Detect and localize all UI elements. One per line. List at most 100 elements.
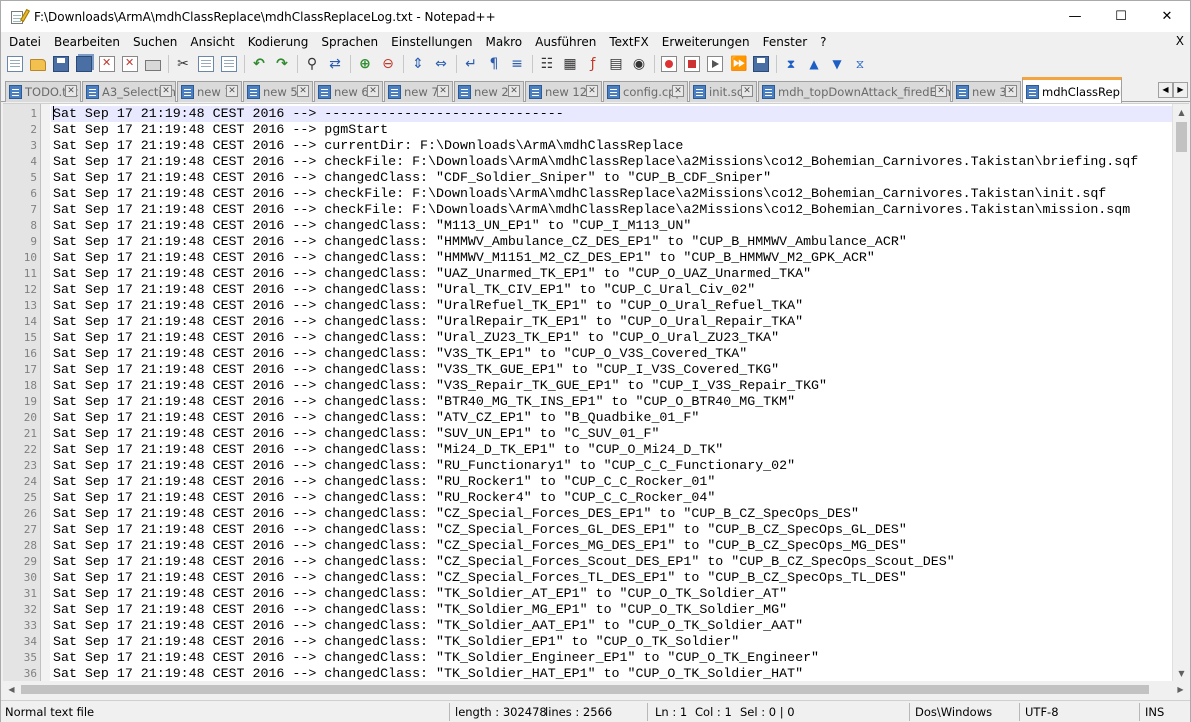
menu-item-einstellungen[interactable]: Einstellungen xyxy=(383,35,477,49)
close-window-button[interactable]: ✕ xyxy=(1144,1,1190,32)
text-line[interactable]: Sat Sep 17 21:19:48 CEST 2016 --> change… xyxy=(53,602,787,618)
maximize-button[interactable]: ☐ xyxy=(1098,1,1144,32)
text-line[interactable]: Sat Sep 17 21:19:48 CEST 2016 --> change… xyxy=(53,362,779,378)
text-line[interactable]: Sat Sep 17 21:19:48 CEST 2016 --> change… xyxy=(53,538,907,554)
tab-close-icon[interactable]: ✕ xyxy=(935,85,947,97)
scroll-right-arrow-icon[interactable]: ▶ xyxy=(1172,681,1189,698)
text-line[interactable]: Sat Sep 17 21:19:48 CEST 2016 --> checkF… xyxy=(53,186,1106,202)
unfold-all-icon[interactable]: ⧖ xyxy=(852,56,868,72)
show-all-chars-icon[interactable]: ¶ xyxy=(486,56,502,72)
scroll-down-arrow-icon[interactable]: ▼ xyxy=(1173,665,1189,681)
tab-mdhclassreplac[interactable]: mdhClassReplac✕ xyxy=(1022,77,1122,103)
print-icon[interactable] xyxy=(145,60,161,71)
text-line[interactable]: Sat Sep 17 21:19:48 CEST 2016 --> change… xyxy=(53,234,907,250)
menu-item-ansicht[interactable]: Ansicht xyxy=(182,35,239,49)
tab-close-icon[interactable]: ✕ xyxy=(1005,85,1017,97)
up-icon[interactable]: ▲ xyxy=(806,56,822,72)
menu-item-makro[interactable]: Makro xyxy=(477,35,527,49)
run-macro-multiple-icon[interactable]: ⏩ xyxy=(730,56,747,72)
tab-a3-selection-bat[interactable]: A3_Selection.bat✕ xyxy=(82,81,176,102)
tab-new-1[interactable]: new 1 ✕ xyxy=(177,81,242,102)
replace-icon[interactable]: ⇄ xyxy=(327,56,343,72)
text-line[interactable]: Sat Sep 17 21:19:48 CEST 2016 --> change… xyxy=(53,218,691,234)
tab-new-6[interactable]: new 6 ✕ xyxy=(314,81,383,102)
text-line[interactable]: Sat Sep 17 21:19:48 CEST 2016 --> change… xyxy=(53,474,715,490)
stop-record-icon[interactable] xyxy=(684,56,700,72)
tab-close-icon[interactable]: ✕ xyxy=(437,85,449,97)
text-line[interactable]: Sat Sep 17 21:19:48 CEST 2016 --> change… xyxy=(53,282,755,298)
tab-close-icon[interactable]: ✕ xyxy=(508,85,520,97)
text-line[interactable]: Sat Sep 17 21:19:48 CEST 2016 --> change… xyxy=(53,346,747,362)
text-line[interactable]: Sat Sep 17 21:19:48 CEST 2016 --> change… xyxy=(53,314,803,330)
text-line[interactable]: Sat Sep 17 21:19:48 CEST 2016 --> pgmSta… xyxy=(53,122,388,138)
tab-close-icon[interactable]: ✕ xyxy=(586,85,598,97)
scroll-up-arrow-icon[interactable]: ▲ xyxy=(1173,104,1189,121)
save-macro-icon[interactable] xyxy=(753,56,769,72)
cut-icon[interactable]: ✂ xyxy=(175,56,191,72)
current-line[interactable]: Sat Sep 17 21:19:48 CEST 2016 --> ------… xyxy=(51,106,1172,122)
text-line[interactable]: Sat Sep 17 21:19:48 CEST 2016 --> change… xyxy=(53,426,659,442)
new-file-icon[interactable] xyxy=(7,56,23,72)
tab-close-icon[interactable]: ✕ xyxy=(367,85,379,97)
zoom-out-icon[interactable]: ⊖ xyxy=(380,56,396,72)
tab-close-icon[interactable]: ✕ xyxy=(672,85,684,97)
folder-workspace-icon[interactable]: ▤ xyxy=(608,56,624,72)
tab-new-3[interactable]: new 3 ✕ xyxy=(952,81,1021,102)
tab-scroll-left-button[interactable]: ◀ xyxy=(1158,82,1173,98)
text-line[interactable]: Sat Sep 17 21:19:48 CEST 2016 --> change… xyxy=(53,634,739,650)
close-icon[interactable] xyxy=(99,56,115,72)
menu-item-suchen[interactable]: Suchen xyxy=(125,35,182,49)
text-line[interactable]: Sat Sep 17 21:19:48 CEST 2016 --> checkF… xyxy=(53,202,1130,218)
text-line[interactable]: Sat Sep 17 21:19:48 CEST 2016 --> change… xyxy=(53,378,827,394)
copy-icon[interactable] xyxy=(198,56,214,72)
zoom-in-icon[interactable]: ⊕ xyxy=(357,56,373,72)
record-macro-icon[interactable] xyxy=(661,56,677,72)
find-icon[interactable]: ⚲ xyxy=(304,56,320,72)
scroll-left-arrow-icon[interactable]: ◀ xyxy=(3,681,20,698)
tab-new-2[interactable]: new 2 ✕ xyxy=(454,81,524,102)
word-wrap-icon[interactable]: ↵ xyxy=(463,56,479,72)
editor-text-area[interactable]: Sat Sep 17 21:19:48 CEST 2016 --> ------… xyxy=(51,104,1172,681)
tab-mdh-topdownattack-firedevh-sqf[interactable]: mdh_topDownAttack_firedEvh.sqf✕ xyxy=(758,81,951,102)
save-all-icon[interactable] xyxy=(76,56,92,72)
indent-guide-icon[interactable]: ≡ xyxy=(509,56,525,72)
menu-item-bearbeiten[interactable]: Bearbeiten xyxy=(46,35,125,49)
text-line[interactable]: Sat Sep 17 21:19:48 CEST 2016 --> change… xyxy=(53,250,875,266)
menu-item-sprachen[interactable]: Sprachen xyxy=(313,35,383,49)
text-line[interactable]: Sat Sep 17 21:19:48 CEST 2016 --> change… xyxy=(53,458,795,474)
tab-close-icon[interactable]: ✕ xyxy=(160,85,172,97)
open-file-icon[interactable] xyxy=(30,59,46,71)
text-line[interactable]: Sat Sep 17 21:19:48 CEST 2016 --> change… xyxy=(53,170,771,186)
save-icon[interactable] xyxy=(53,56,69,72)
function-list-icon[interactable]: ƒ xyxy=(585,56,601,72)
tab-config-cpp[interactable]: config.cpp ✕ xyxy=(603,81,688,102)
menu-item-erweiterungen[interactable]: Erweiterungen xyxy=(654,35,755,49)
sync-vertical-icon[interactable]: ⇕ xyxy=(410,56,426,72)
menu-item-textfx[interactable]: TextFX xyxy=(601,35,653,49)
text-line[interactable]: Sat Sep 17 21:19:48 CEST 2016 --> change… xyxy=(53,554,955,570)
text-line[interactable]: Sat Sep 17 21:19:48 CEST 2016 --> change… xyxy=(53,618,803,634)
tab-close-icon[interactable]: ✕ xyxy=(297,85,309,97)
tab-close-icon[interactable]: ✕ xyxy=(741,85,753,97)
minimize-button[interactable]: — xyxy=(1052,1,1098,32)
text-line[interactable]: Sat Sep 17 21:19:48 CEST 2016 --> change… xyxy=(53,330,779,346)
redo-icon[interactable]: ↷ xyxy=(274,56,290,72)
tab-new-7[interactable]: new 7 ✕ xyxy=(384,81,453,102)
text-line[interactable]: Sat Sep 17 21:19:48 CEST 2016 --> change… xyxy=(53,394,795,410)
playback-icon[interactable] xyxy=(707,56,723,72)
tab-scroll-right-button[interactable]: ▶ xyxy=(1173,82,1188,98)
tab-close-icon[interactable]: ✕ xyxy=(226,85,238,97)
tab-close-icon[interactable]: ✕ xyxy=(65,85,77,97)
down-icon[interactable]: ▼ xyxy=(829,56,845,72)
monitoring-icon[interactable]: ◉ xyxy=(631,56,647,72)
vertical-scroll-thumb[interactable] xyxy=(1176,122,1187,152)
text-line[interactable]: Sat Sep 17 21:19:48 CEST 2016 --> change… xyxy=(53,586,787,602)
text-line[interactable]: Sat Sep 17 21:19:48 CEST 2016 --> change… xyxy=(53,490,715,506)
horizontal-scroll-thumb[interactable] xyxy=(21,685,1149,694)
text-line[interactable]: Sat Sep 17 21:19:48 CEST 2016 --> change… xyxy=(53,666,803,681)
close-all-icon[interactable] xyxy=(122,56,138,72)
text-line[interactable]: Sat Sep 17 21:19:48 CEST 2016 --> change… xyxy=(53,522,907,538)
text-line[interactable]: Sat Sep 17 21:19:48 CEST 2016 --> curren… xyxy=(53,138,683,154)
menu-item-kodierung[interactable]: Kodierung xyxy=(240,35,314,49)
text-line[interactable]: Sat Sep 17 21:19:48 CEST 2016 --> change… xyxy=(53,506,859,522)
